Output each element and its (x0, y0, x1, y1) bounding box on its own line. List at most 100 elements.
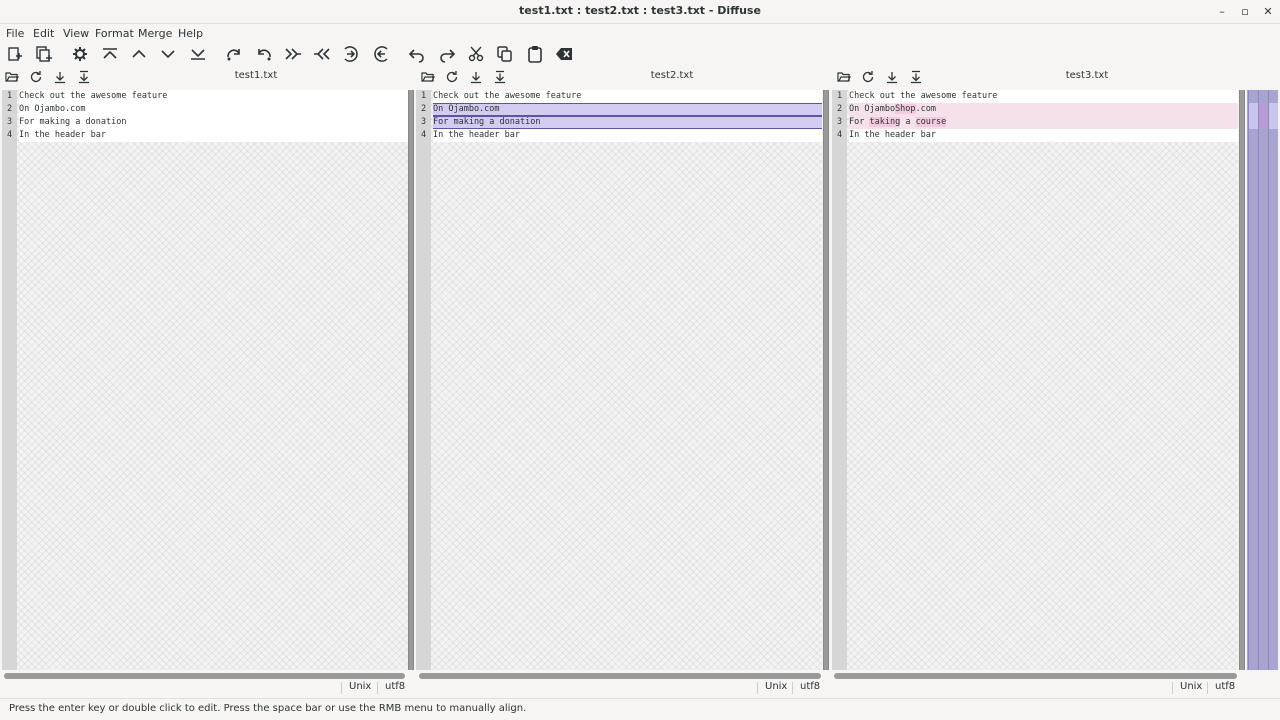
overview-diff-marker (1259, 103, 1268, 129)
status-message: Press the enter key or double click to e… (9, 703, 527, 714)
line-number: 2 (2, 103, 17, 116)
pane-3-header: test3.txt (832, 68, 1244, 86)
pane-2-status: Unix utf8 (416, 681, 828, 695)
line-text: For making a donation (433, 116, 822, 129)
text-line[interactable]: 1 Check out the awesome feature (832, 90, 1238, 103)
pane-3-vertical-scrollbar[interactable] (1239, 90, 1245, 670)
line-ending-format: Unix (1180, 681, 1203, 692)
line-text: Check out the awesome feature (433, 90, 822, 103)
file-encoding: utf8 (385, 681, 406, 692)
difference-overview-map[interactable] (1247, 90, 1278, 670)
menu-merge[interactable]: Merge (138, 27, 172, 40)
previous-difference-icon[interactable] (128, 44, 150, 64)
next-difference-icon[interactable] (157, 44, 179, 64)
pane-2-horizontal-scrollbar[interactable] (419, 673, 821, 679)
redo-icon[interactable] (436, 44, 458, 64)
new-3-way-icon[interactable] (33, 44, 55, 64)
menu-help[interactable]: Help (178, 27, 203, 40)
close-button[interactable]: ✕ (1259, 3, 1277, 21)
line-text-part: On Ojambo (849, 104, 896, 114)
merge-all-icon[interactable] (370, 44, 392, 64)
menu-edit[interactable]: Edit (33, 27, 54, 40)
line-text-part: .com (915, 104, 937, 114)
line-ending-format: Unix (765, 681, 788, 692)
title-bar: test1.txt : test2.txt : test3.txt - Diff… (0, 0, 1280, 24)
pane-3-text-area[interactable]: 1 Check out the awesome feature 2 On Ojamb… (832, 90, 1238, 670)
text-line[interactable]: 4 In the header bar (416, 129, 822, 142)
status-divider (757, 682, 758, 694)
copy-selection-left-icon[interactable] (253, 44, 275, 64)
menu-file[interactable]: File (6, 27, 24, 40)
line-text: In the header bar (433, 129, 822, 142)
isolate-icon[interactable] (340, 44, 362, 64)
pane-3-filename: test3.txt (1065, 70, 1109, 81)
minimize-button[interactable]: – (1213, 3, 1231, 21)
text-line-changed[interactable]: 2 On OjamboShop.com (832, 103, 1238, 116)
pane-2-text-area[interactable]: 1 Check out the awesome feature 2 On Ojamb… (416, 90, 822, 670)
first-difference-icon[interactable] (99, 44, 121, 64)
line-text: On Ojambo.com (433, 103, 822, 116)
menu-view[interactable]: View (63, 27, 89, 40)
line-number: 4 (416, 129, 431, 142)
pane-3-status: Unix utf8 (832, 681, 1244, 695)
overview-column-2 (1258, 90, 1268, 670)
merge-from-left-icon[interactable] (282, 44, 304, 64)
file-encoding: utf8 (1215, 681, 1236, 692)
copy-selection-right-icon[interactable] (223, 44, 245, 64)
undo-icon[interactable] (406, 44, 428, 64)
status-divider (792, 682, 793, 694)
line-number: 3 (416, 116, 431, 129)
text-line[interactable]: 3 For making a donation (2, 116, 408, 129)
status-divider (377, 682, 378, 694)
window-title: test1.txt : test2.txt : test3.txt - Diff… (519, 4, 761, 17)
toolbar (0, 44, 1280, 66)
maximize-button[interactable]: ▫ (1236, 3, 1254, 21)
overview-diff-marker (1269, 103, 1278, 129)
status-bar: Press the enter key or double click to e… (0, 698, 1280, 720)
pane-2-header: test2.txt (416, 68, 828, 86)
line-number: 1 (2, 90, 17, 103)
new-2-way-icon[interactable] (4, 44, 26, 64)
line-text: On Ojambo.com (19, 103, 408, 116)
changed-text: Shop (895, 104, 916, 114)
text-line-selected[interactable]: 2 On Ojambo.com (416, 103, 822, 116)
merge-from-right-icon[interactable] (311, 44, 333, 64)
pane-1-status: Unix utf8 (0, 681, 412, 695)
line-text-part: a (900, 117, 916, 127)
realign-icon[interactable] (69, 44, 91, 64)
pane-1-text-area[interactable]: 1 Check out the awesome feature 2 On Ojamb… (2, 90, 408, 670)
line-text: In the header bar (849, 129, 1238, 142)
pane-2-vertical-scrollbar[interactable] (823, 90, 829, 670)
line-number: 1 (416, 90, 431, 103)
status-divider (1207, 682, 1208, 694)
line-number: 3 (2, 116, 17, 129)
clear-edits-icon[interactable] (554, 44, 576, 64)
line-number-gutter (2, 90, 17, 670)
line-number-gutter (832, 90, 847, 670)
line-text: In the header bar (19, 129, 408, 142)
line-text: On OjamboShop.com (849, 103, 1238, 116)
copy-icon[interactable] (494, 44, 516, 64)
cut-icon[interactable] (465, 44, 487, 64)
text-line[interactable]: 4 In the header bar (2, 129, 408, 142)
line-text: For taking a course (849, 116, 1238, 129)
line-text: Check out the awesome feature (849, 90, 1238, 103)
line-number: 2 (832, 103, 847, 116)
paste-icon[interactable] (524, 44, 546, 64)
pane-1-vertical-scrollbar[interactable] (408, 90, 414, 670)
last-difference-icon[interactable] (187, 44, 209, 64)
text-line-changed[interactable]: 3 For taking a course (832, 116, 1238, 129)
text-line[interactable]: 1 Check out the awesome feature (2, 90, 408, 103)
line-number: 4 (832, 129, 847, 142)
line-number: 4 (2, 129, 17, 142)
text-line-selected[interactable]: 3 For making a donation (416, 116, 822, 129)
pane-3-horizontal-scrollbar[interactable] (834, 673, 1237, 679)
text-line[interactable]: 4 In the header bar (832, 129, 1238, 142)
menu-bar: File Edit View Format Merge Help (0, 24, 1280, 44)
text-line[interactable]: 1 Check out the awesome feature (416, 90, 822, 103)
text-line[interactable]: 2 On Ojambo.com (2, 103, 408, 116)
status-divider (1172, 682, 1173, 694)
pane-1-horizontal-scrollbar[interactable] (4, 673, 405, 679)
menu-format[interactable]: Format (95, 27, 134, 40)
line-ending-format: Unix (349, 681, 372, 692)
